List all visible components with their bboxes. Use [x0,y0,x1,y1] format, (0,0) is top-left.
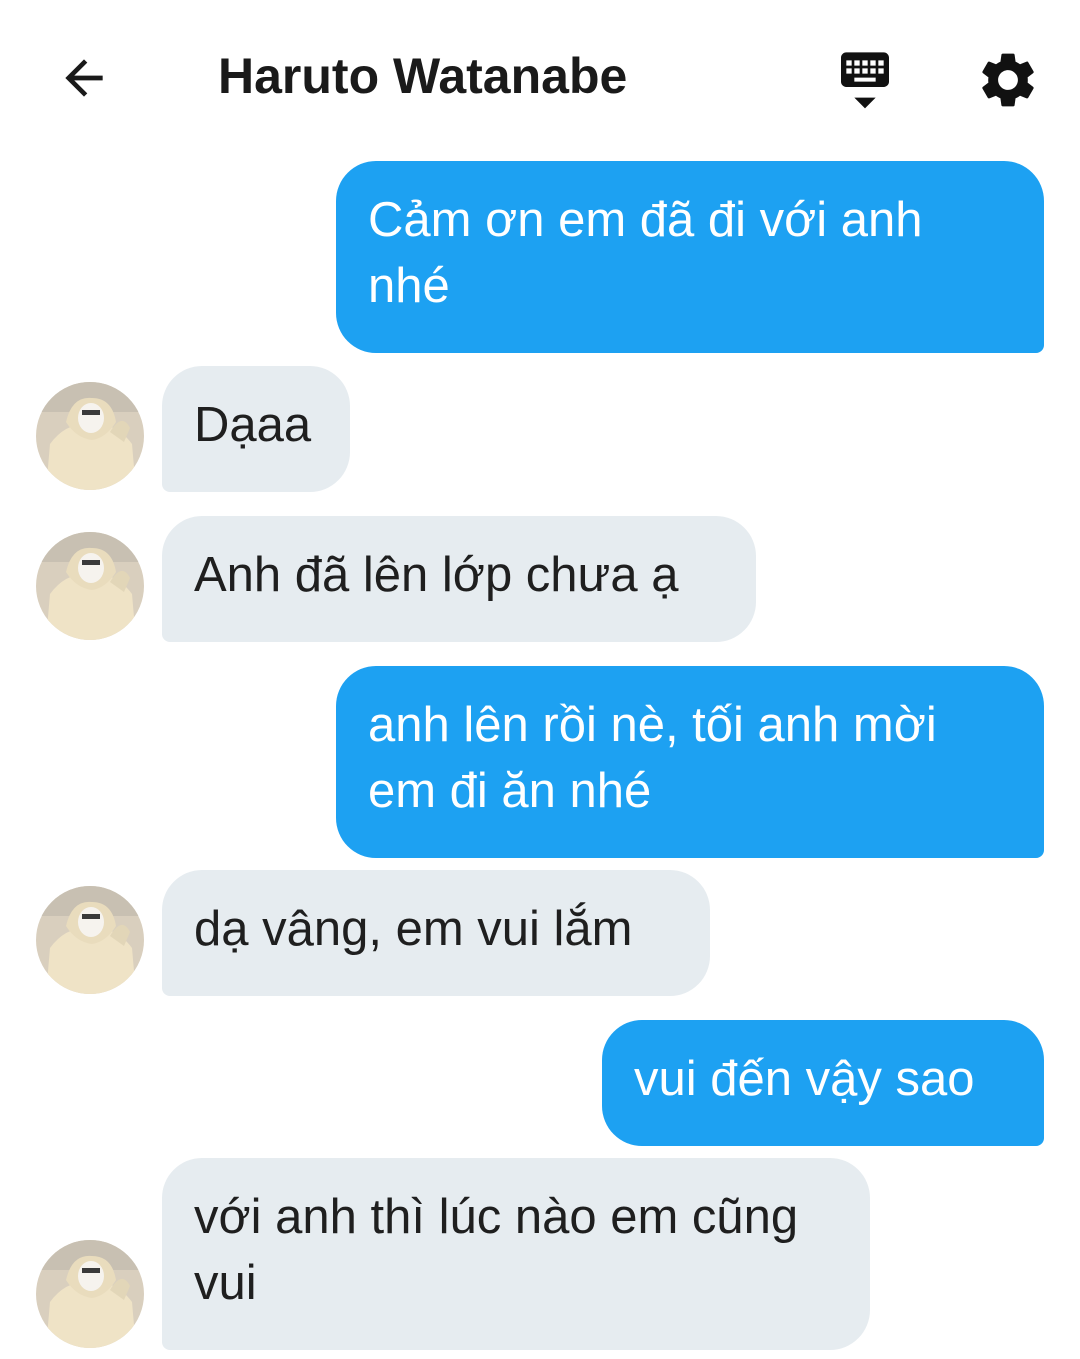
avatar[interactable] [36,886,144,994]
message-text: dạ vâng, em vui lắm [194,902,633,956]
message-text: vui đến vậy sao [634,1052,975,1106]
avatar[interactable] [36,382,144,490]
message-text: Cảm ơn em đã đi với anh nhé [368,193,923,313]
avatar[interactable] [36,1240,144,1348]
conversation-header: Haruto Watanabe [0,0,1080,150]
message-text: anh lên rồi nè, tối anh mời em đi ăn nhé [368,698,937,818]
contact-name: Haruto Watanabe [218,48,628,104]
message-text: Dạaa [194,398,312,452]
avatar-image [36,886,144,994]
keyboard-button[interactable] [830,44,900,114]
message-text: Anh đã lên lớp chưa ạ [194,548,679,602]
arrow-left-icon [65,59,103,97]
message-text: với anh thì lúc nào em cũng vui [194,1190,799,1310]
avatar[interactable] [36,532,144,640]
outgoing-message[interactable]: anh lên rồi nè, tối anh mời em đi ăn nhé [336,666,1044,858]
avatar-image [36,382,144,490]
incoming-message[interactable]: Dạaa [162,366,350,492]
incoming-message[interactable]: Anh đã lên lớp chưa ạ [162,516,756,642]
back-button[interactable] [52,46,116,110]
avatar-image [36,532,144,640]
keyboard-icon [841,52,889,109]
gear-icon [982,53,1034,107]
avatar-image [36,1240,144,1348]
settings-button[interactable] [972,44,1044,116]
outgoing-message[interactable]: Cảm ơn em đã đi với anh nhé [336,161,1044,353]
incoming-message[interactable]: với anh thì lúc nào em cũng vui [162,1158,870,1350]
incoming-message[interactable]: dạ vâng, em vui lắm [162,870,710,996]
outgoing-message[interactable]: vui đến vậy sao [602,1020,1044,1146]
